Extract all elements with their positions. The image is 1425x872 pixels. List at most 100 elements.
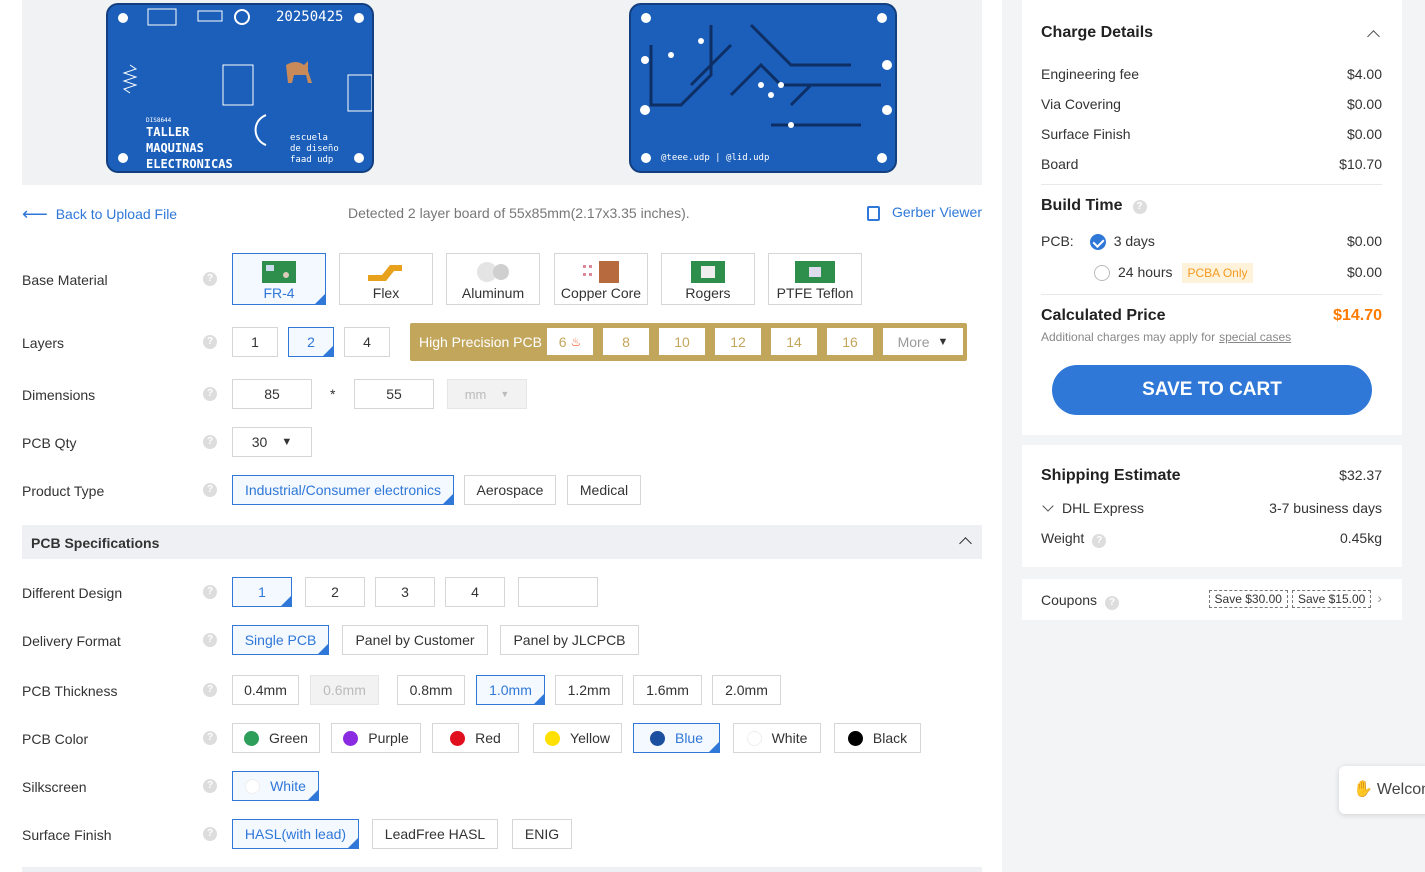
layers-option-2[interactable]: 2 <box>288 327 334 357</box>
chat-welcome-widget[interactable]: ✋Welcom <box>1339 766 1425 814</box>
finish-enig[interactable]: ENIG <box>512 819 572 849</box>
delivery-panel-customer[interactable]: Panel by Customer <box>342 625 488 655</box>
layers-option-1[interactable]: 1 <box>232 327 278 357</box>
color-yellow[interactable]: Yellow <box>533 723 622 753</box>
product-type-medical[interactable]: Medical <box>567 475 641 505</box>
shipping-carrier-select[interactable]: DHL Express 3-7 business days <box>1041 500 1382 516</box>
design-option-2[interactable]: 2 <box>305 577 365 607</box>
dimension-height-input[interactable]: 55 <box>354 379 434 409</box>
help-icon[interactable]: ? <box>203 633 217 647</box>
layers-more-dropdown[interactable]: More ▼ <box>883 328 963 355</box>
design-option-1[interactable]: 1 <box>232 577 292 607</box>
charge-row: Engineering fee $4.00 <box>1041 66 1382 82</box>
thickness-1.2[interactable]: 1.2mm <box>555 675 623 705</box>
radio-checked-icon[interactable] <box>1089 234 1106 251</box>
chevron-right-icon: › <box>1377 590 1382 606</box>
design-option-4[interactable]: 4 <box>445 577 505 607</box>
thickness-0.6[interactable]: 0.6mm <box>310 675 379 705</box>
material-aluminum[interactable]: Aluminum <box>446 253 540 305</box>
help-icon[interactable]: ? <box>203 827 217 841</box>
board-preview: 20250425 DIS8644 TALLER MAQUINAS ELECTRO… <box>22 0 982 185</box>
help-icon[interactable]: ? <box>1105 596 1120 610</box>
finish-hasl-lead[interactable]: HASL(with lead) <box>232 819 359 849</box>
delivery-panel-jlcpcb[interactable]: Panel by JLCPCB <box>500 625 639 655</box>
material-fr4[interactable]: FR-4 <box>232 253 326 305</box>
save-to-cart-button[interactable]: SAVE TO CART <box>1052 365 1372 415</box>
board-info-bar: ⟵ Back to Upload File Detected 2 layer b… <box>22 198 982 226</box>
help-icon[interactable]: ? <box>1092 534 1107 548</box>
special-cases-link[interactable]: special cases <box>1219 330 1291 344</box>
delivery-single-pcb[interactable]: Single PCB <box>232 625 329 655</box>
design-option-3[interactable]: 3 <box>375 577 435 607</box>
wave-hand-icon: ✋ <box>1353 781 1373 798</box>
thickness-0.4[interactable]: 0.4mm <box>232 675 299 705</box>
high-precision-pcb-group: High Precision PCB 6 ♨ 8 10 12 14 16 More… <box>410 323 967 361</box>
silkscreen-white[interactable]: White <box>232 771 319 801</box>
help-icon[interactable]: ? <box>203 435 217 449</box>
layers-option-14[interactable]: 14 <box>771 328 817 355</box>
product-type-aerospace[interactable]: Aerospace <box>464 475 556 505</box>
layers-option-8[interactable]: 8 <box>603 328 649 355</box>
help-icon[interactable]: ? <box>203 483 217 497</box>
white-swatch <box>245 778 261 794</box>
white-swatch <box>746 730 762 746</box>
help-icon[interactable]: ? <box>203 779 217 793</box>
dimension-width-input[interactable]: 85 <box>232 379 312 409</box>
help-icon[interactable]: ? <box>1132 200 1147 214</box>
help-icon[interactable]: ? <box>203 683 217 697</box>
layers-option-16[interactable]: 16 <box>827 328 873 355</box>
layers-option-10[interactable]: 10 <box>659 328 705 355</box>
back-link[interactable]: ⟵ Back to Upload File <box>22 203 177 224</box>
help-icon[interactable]: ? <box>203 335 217 349</box>
aluminum-icon <box>477 262 509 282</box>
copper-core-icon <box>583 261 619 283</box>
build-option-24h[interactable]: 24 hours PCBA Only $0.00 <box>1041 263 1382 283</box>
material-flex[interactable]: Flex <box>339 253 433 305</box>
help-icon[interactable]: ? <box>203 387 217 401</box>
finish-leadfree-hasl[interactable]: LeadFree HASL <box>372 819 498 849</box>
material-copper-core[interactable]: Copper Core <box>554 253 648 305</box>
thickness-2.0[interactable]: 2.0mm <box>712 675 781 705</box>
qty-select[interactable]: 30 ▼ <box>232 427 312 457</box>
color-red[interactable]: Red <box>432 723 519 753</box>
color-blue[interactable]: Blue <box>633 723 720 753</box>
flex-icon <box>368 265 402 281</box>
layers-option-6[interactable]: 6 ♨ <box>547 328 593 355</box>
thickness-0.8[interactable]: 0.8mm <box>397 675 465 705</box>
charge-row: Board $10.70 <box>1041 156 1382 172</box>
help-icon[interactable]: ? <box>203 731 217 745</box>
help-icon[interactable]: ? <box>203 272 217 286</box>
build-time-title: Build Time <box>1041 197 1123 214</box>
charge-row: Surface Finish $0.00 <box>1041 126 1382 142</box>
layers-option-12[interactable]: 12 <box>715 328 761 355</box>
coupons-card[interactable]: Coupons? Save $30.00 Save $15.00 › <box>1022 579 1402 620</box>
color-green[interactable]: Green <box>232 723 320 753</box>
build-option-3days[interactable]: PCB: 3 days $0.00 <box>1041 233 1382 251</box>
dimension-separator: * <box>330 386 336 402</box>
thickness-1.6[interactable]: 1.6mm <box>633 675 702 705</box>
shipping-card: Shipping Estimate $32.37 DHL Express 3-7 b… <box>1022 445 1402 567</box>
unit-select[interactable]: mm ▼ <box>447 379 527 409</box>
fr4-icon <box>262 261 296 283</box>
viewer-icon <box>867 205 881 221</box>
color-white[interactable]: White <box>733 723 821 753</box>
radio-icon[interactable] <box>1094 265 1110 282</box>
pcb-specifications-header[interactable]: PCB Specifications <box>22 525 982 559</box>
help-icon[interactable]: ? <box>203 585 217 599</box>
layers-option-4[interactable]: 4 <box>344 327 390 357</box>
color-purple[interactable]: Purple <box>331 723 421 753</box>
design-custom-input[interactable] <box>518 577 598 607</box>
blue-swatch <box>649 730 665 746</box>
material-ptfe-teflon[interactable]: PTFE Teflon <box>768 253 862 305</box>
calculated-price-value: $14.70 <box>1333 307 1382 324</box>
product-type-industrial[interactable]: Industrial/Consumer electronics <box>232 475 454 505</box>
caret-down-icon: ▼ <box>281 436 293 448</box>
color-black[interactable]: Black <box>834 723 921 753</box>
gerber-viewer-link[interactable]: Gerber Viewer <box>867 204 982 221</box>
material-rogers[interactable]: Rogers <box>661 253 755 305</box>
chevron-up-icon[interactable] <box>1367 30 1380 43</box>
charge-card: Charge Details Engineering fee $4.00 Via … <box>1022 0 1402 435</box>
purple-swatch <box>343 730 359 746</box>
pcba-only-badge: PCBA Only <box>1182 263 1253 283</box>
thickness-1.0[interactable]: 1.0mm <box>476 675 545 705</box>
